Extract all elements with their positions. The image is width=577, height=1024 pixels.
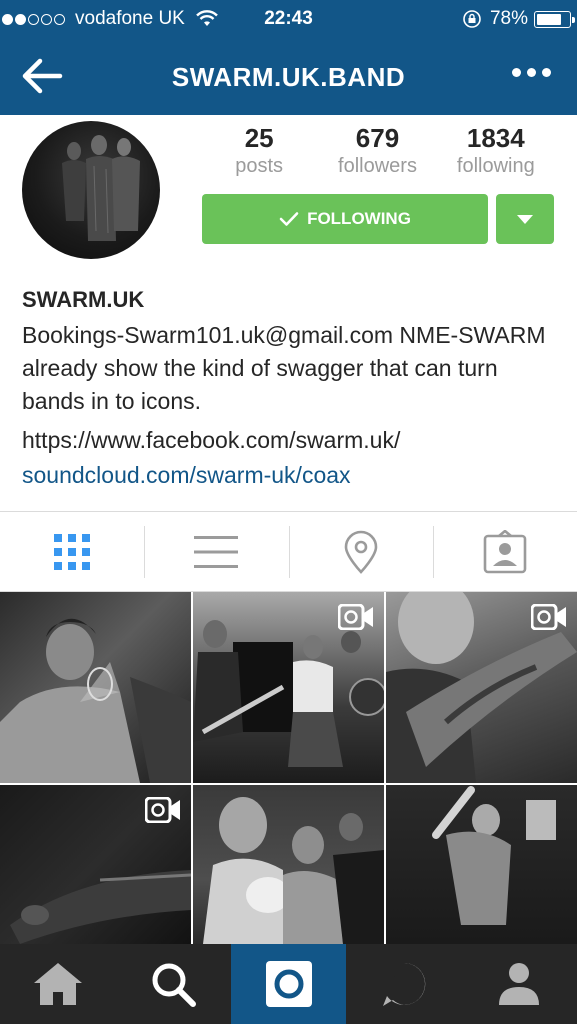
tab-photo-map[interactable] <box>288 512 433 591</box>
post-thumbnail[interactable] <box>193 592 384 783</box>
caret-down-icon <box>517 214 533 224</box>
battery-percent: 78% <box>489 8 528 29</box>
page-title: SWARM.UK.BAND <box>171 62 406 92</box>
post-thumbnail[interactable] <box>386 785 577 944</box>
posts-count[interactable]: 25 posts <box>200 123 318 179</box>
status-bar-right: 78% <box>462 8 575 30</box>
following-button[interactable]: FOLLOWING <box>202 194 488 244</box>
tab-list-view[interactable] <box>144 512 288 591</box>
grid-icon <box>54 533 91 570</box>
followers-number: 679 <box>355 123 400 153</box>
avatar[interactable] <box>22 121 160 259</box>
list-icon <box>194 535 239 568</box>
post-thumbnail[interactable] <box>193 785 384 944</box>
posts-number: 25 <box>244 123 274 153</box>
band-photo-image <box>62 135 140 241</box>
tab-grid-view[interactable] <box>0 512 144 591</box>
tab-profile[interactable] <box>462 944 577 1024</box>
website-link[interactable]: soundcloud.com/swarm-uk/coax <box>22 459 562 492</box>
followers-label: followers <box>338 155 417 177</box>
rotation-lock-icon <box>463 10 481 28</box>
profile-view-tabs <box>0 511 577 592</box>
location-pin-icon <box>344 530 377 574</box>
photo-grid <box>0 592 577 944</box>
search-icon <box>152 963 197 1007</box>
profile-icon <box>499 963 540 1005</box>
tab-tagged-photos[interactable] <box>432 512 577 591</box>
tab-activity[interactable] <box>346 944 461 1024</box>
activity-icon <box>382 962 426 1006</box>
following-label: following <box>456 155 535 177</box>
tagged-photo-icon <box>483 529 527 573</box>
video-camera-icon <box>338 604 373 630</box>
more-options-button[interactable] <box>506 68 551 77</box>
battery-icon <box>534 10 575 28</box>
following-number: 1834 <box>466 123 525 153</box>
tab-camera[interactable] <box>230 944 347 1024</box>
home-icon <box>33 963 82 1005</box>
post-image <box>203 797 384 944</box>
video-camera-icon <box>145 797 180 823</box>
profile-name: SWARM.UK <box>22 287 145 312</box>
tab-home[interactable] <box>0 944 115 1024</box>
video-camera-icon <box>531 604 566 630</box>
post-image <box>0 618 191 783</box>
post-thumbnail[interactable] <box>386 592 577 783</box>
following-count[interactable]: 1834 following <box>437 123 555 179</box>
post-thumbnail[interactable] <box>0 592 191 783</box>
post-thumbnail[interactable] <box>0 785 191 944</box>
nav-bar: SWARM.UK.BAND <box>0 38 577 115</box>
posts-label: posts <box>235 155 284 177</box>
profile-bio: SWARM.UK Bookings-Swarm101.uk@gmail.com … <box>22 285 562 492</box>
followers-count[interactable]: 679 followers <box>318 123 436 179</box>
bottom-tab-bar <box>0 944 577 1024</box>
post-image <box>432 786 556 925</box>
profile-stats: 25 posts 679 followers 1834 following <box>200 123 555 179</box>
bio-facebook-link: https://www.facebook.com/swarm.uk/ <box>22 427 401 453</box>
checkmark-icon <box>279 212 299 226</box>
camera-icon <box>265 961 312 1007</box>
suggested-users-dropdown-button[interactable] <box>496 194 554 244</box>
status-bar: vodafone UK 22:43 78% <box>0 0 577 38</box>
tab-search[interactable] <box>115 944 230 1024</box>
following-button-label: FOLLOWING <box>307 209 411 228</box>
bio-text: Bookings-Swarm101.uk@gmail.com NME-SWARM… <box>22 322 546 414</box>
